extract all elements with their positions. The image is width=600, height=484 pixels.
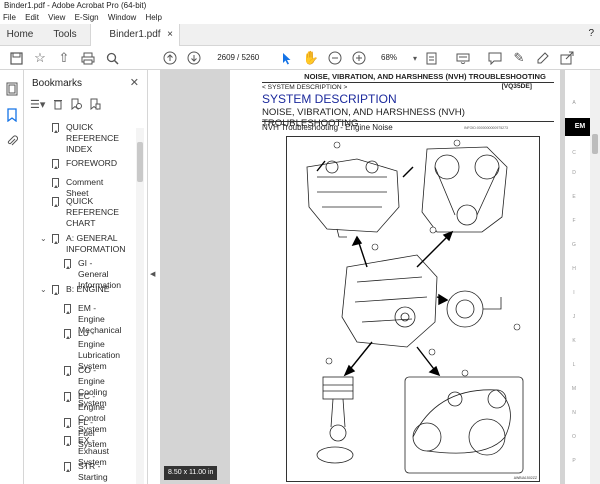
close-tab-icon[interactable]: × — [167, 24, 173, 46]
index-tab-l[interactable]: L — [568, 362, 580, 368]
delete-bookmark-icon[interactable] — [53, 98, 63, 116]
page-title: SYSTEM DESCRIPTION — [262, 92, 397, 106]
bookmark-icon — [64, 329, 71, 339]
section-title: NVH Troubleshooting - Engine Noise — [262, 123, 393, 132]
bookmark-icon — [64, 436, 71, 446]
bookmark-icon — [64, 392, 71, 402]
chevron-down-icon[interactable]: ⌄ — [40, 233, 47, 244]
index-tab-p[interactable]: P — [568, 458, 580, 464]
previous-page-icon[interactable] — [162, 50, 178, 66]
chevron-down-icon[interactable]: ⌄ — [40, 284, 47, 295]
bookmarks-heading: Bookmarks — [32, 78, 83, 89]
document-scrollbar[interactable] — [590, 70, 600, 484]
index-tab-h[interactable]: H — [568, 266, 580, 272]
bookmarks-scrollbar[interactable] — [136, 128, 144, 484]
tab-document[interactable]: Binder1.pdf × — [90, 24, 180, 46]
bookmarks-toolbar: ☰▾ — [30, 98, 101, 116]
bookmark-icon — [64, 259, 71, 269]
document-scroll-thumb[interactable] — [592, 134, 598, 154]
next-page-icon[interactable] — [186, 50, 202, 66]
engine-code: [VQ35DE] — [501, 83, 532, 90]
engine-diagram-illustration — [306, 139, 524, 474]
info-id: INFOID:0000000000975273 — [464, 126, 508, 130]
index-tab-m[interactable]: M — [568, 386, 580, 392]
bookmark-icon — [64, 462, 71, 472]
index-tab-d[interactable]: D — [568, 170, 580, 176]
tab-home[interactable]: Home — [0, 24, 40, 46]
bookmarks-panel: Bookmarks ✕ ☰▾ QUICK REFERENCE INDEX FOR… — [24, 70, 148, 484]
keyboard-icon[interactable] — [455, 50, 471, 66]
select-cursor-icon[interactable] — [279, 50, 295, 66]
bookmark-icon — [52, 234, 59, 244]
index-tab-f[interactable]: F — [568, 218, 580, 224]
index-tab-a[interactable]: A — [568, 100, 580, 106]
index-tab-k[interactable]: K — [568, 338, 580, 344]
bookmark-icon — [52, 197, 59, 207]
pdf-page: NOISE, VIBRATION, AND HARSHNESS (NVH) TR… — [230, 70, 560, 484]
index-tab-o[interactable]: O — [568, 434, 580, 440]
menu-bar: File Edit View E-Sign Window Help — [0, 12, 600, 24]
bookmarks-scroll-thumb[interactable] — [137, 142, 143, 182]
zoom-in-icon[interactable] — [351, 50, 367, 66]
menu-view[interactable]: View — [48, 13, 65, 22]
close-panel-icon[interactable]: ✕ — [130, 76, 139, 89]
index-tab-c[interactable]: C — [568, 150, 580, 156]
breadcrumb: < SYSTEM DESCRIPTION > — [262, 84, 348, 91]
window-title: Binder1.pdf - Adobe Acrobat Pro (64-bit) — [0, 0, 600, 12]
bookmark-icon — [52, 178, 59, 188]
bookmark-icon — [52, 123, 59, 133]
tab-bar: Home Tools Binder1.pdf × ? — [0, 24, 600, 46]
page-size-indicator: 8.50 x 11.00 in — [164, 466, 218, 480]
print-icon[interactable] — [80, 50, 96, 66]
bookmark-icon — [64, 304, 71, 314]
page-total: / 5260 — [237, 53, 260, 62]
help-icon[interactable]: ? — [588, 28, 594, 39]
bookmarks-panel-icon[interactable] — [4, 108, 20, 124]
index-tab-i[interactable]: I — [568, 290, 580, 296]
menu-esign[interactable]: E-Sign — [75, 13, 99, 22]
page-thumbnails-icon[interactable] — [4, 82, 20, 98]
bookmark-star-icon[interactable]: ☆ — [32, 50, 48, 66]
attachments-icon[interactable] — [4, 134, 20, 150]
section-rule — [262, 121, 554, 122]
engine-noise-diagram: AWBIA1502ZZ — [286, 136, 540, 482]
page-number-input[interactable]: 2609 — [213, 51, 235, 65]
menu-help[interactable]: Help — [146, 13, 162, 22]
bookmark-icon — [64, 366, 71, 376]
index-tab-j[interactable]: J — [568, 314, 580, 320]
hand-tool-icon[interactable]: ✋ — [303, 50, 319, 66]
menu-edit[interactable]: Edit — [25, 13, 39, 22]
highlight-icon[interactable] — [535, 50, 551, 66]
collapse-panel-icon[interactable]: ◀ — [150, 270, 155, 278]
page-header: NOISE, VIBRATION, AND HARSHNESS (NVH) TR… — [304, 72, 546, 81]
fit-page-icon[interactable] — [423, 50, 439, 66]
zoom-level[interactable]: 68% — [381, 51, 409, 65]
comment-icon[interactable] — [487, 50, 503, 66]
zoom-out-icon[interactable] — [327, 50, 343, 66]
tab-document-label: Binder1.pdf — [109, 29, 161, 40]
tab-tools[interactable]: Tools — [40, 24, 90, 46]
share-icon[interactable] — [559, 50, 575, 66]
new-bookmark-icon[interactable] — [71, 98, 83, 116]
cloud-upload-icon[interactable]: ⇧ — [56, 50, 72, 66]
search-icon[interactable] — [104, 50, 120, 66]
options-menu-icon[interactable]: ☰▾ — [30, 98, 45, 116]
bookmarks-list: QUICK REFERENCE INDEX FOREWORD Comment S… — [40, 122, 126, 484]
index-tab-g[interactable]: G — [568, 242, 580, 248]
index-tab-n[interactable]: N — [568, 410, 580, 416]
menu-window[interactable]: Window — [108, 13, 136, 22]
navigation-strip — [0, 70, 24, 484]
pen-icon[interactable]: ✎ — [511, 50, 527, 66]
menu-file[interactable]: File — [3, 13, 16, 22]
index-tab-e[interactable]: E — [568, 194, 580, 200]
bookmark-icon — [64, 418, 71, 428]
tag-bookmark-icon[interactable] — [90, 98, 101, 116]
bookmark-icon — [52, 285, 59, 295]
figure-code: AWBIA1502ZZ — [513, 476, 537, 480]
zoom-dropdown-icon[interactable]: ▾ — [407, 50, 423, 66]
main-toolbar: ☆ ⇧ 2609 / 5260 ✋ 68% ▾ ✎ — [0, 46, 600, 70]
save-icon[interactable] — [8, 50, 24, 66]
bookmark-icon — [52, 159, 59, 169]
